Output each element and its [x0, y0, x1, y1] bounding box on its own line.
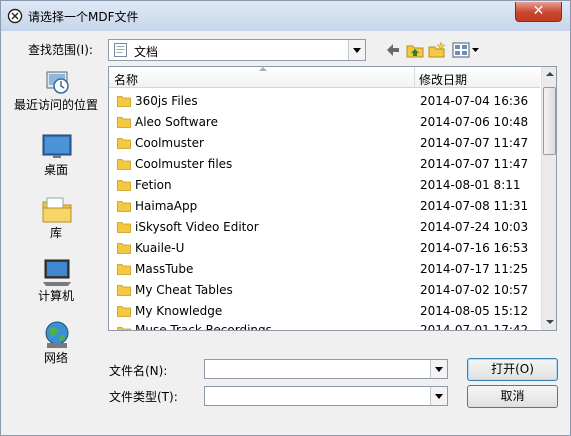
file-modified-date: 2014-07-08 11:31	[420, 199, 529, 213]
list-item[interactable]: Coolmuster files 2014-07-07 11:47	[109, 154, 540, 175]
look-in-dropdown[interactable]: 文档	[108, 39, 366, 61]
folder-icon	[117, 264, 131, 275]
view-menu-icon[interactable]	[452, 41, 480, 59]
filename-combo[interactable]	[204, 359, 448, 379]
file-name: Kuaile-U	[135, 241, 185, 255]
file-name: Fetion	[135, 178, 172, 192]
open-button[interactable]: 打开(O)	[467, 358, 558, 381]
list-item[interactable]: Aleo Software 2014-07-06 10:48	[109, 112, 540, 133]
filename-input[interactable]	[207, 361, 427, 377]
column-divider[interactable]	[414, 67, 415, 88]
file-name: My Knowledge	[135, 304, 223, 318]
new-folder-icon[interactable]	[428, 41, 446, 59]
app-icon	[7, 8, 23, 24]
list-item[interactable]: My Cheat Tables 2014-07-02 10:57	[109, 280, 540, 301]
file-name: Coolmuster	[135, 136, 204, 150]
scroll-up-icon[interactable]	[542, 67, 556, 83]
file-name: iSkysoft Video Editor	[135, 220, 259, 234]
window-title: 请选择一个MDF文件	[28, 10, 139, 24]
list-item[interactable]: iSkysoft Video Editor 2014-07-24 10:03	[109, 217, 540, 238]
folder-icon	[117, 201, 131, 212]
file-modified-date: 2014-07-07 11:47	[420, 136, 529, 150]
sort-indicator-icon	[259, 67, 267, 71]
scroll-down-icon[interactable]	[542, 314, 556, 330]
file-name: HaimaApp	[135, 199, 198, 213]
file-rows: 360js Files 2014-07-04 16:36 Aleo Software…	[109, 91, 540, 331]
list-item[interactable]: HaimaApp 2014-07-08 11:31	[109, 196, 540, 217]
folder-icon	[117, 243, 131, 254]
filename-label: 文件名(N):	[109, 364, 168, 378]
list-header: 名称 修改日期	[109, 67, 540, 88]
column-header-date[interactable]: 修改日期	[419, 71, 467, 88]
list-item[interactable]: Muse Track Recordings 2014-07-01 17:42	[109, 322, 540, 331]
vertical-scrollbar[interactable]	[541, 67, 556, 330]
list-item[interactable]: 360js Files 2014-07-04 16:36	[109, 91, 540, 112]
file-name: 360js Files	[135, 94, 198, 108]
folder-icon	[117, 327, 131, 330]
folder-icon	[117, 96, 131, 107]
place-label: 桌面	[43, 163, 68, 177]
cancel-button[interactable]: 取消	[467, 385, 558, 408]
file-name: My Cheat Tables	[135, 283, 233, 297]
folder-icon	[117, 306, 131, 317]
folder-icon	[117, 117, 131, 128]
file-modified-date: 2014-07-04 16:36	[420, 94, 529, 108]
place-network[interactable]: 网络	[11, 319, 101, 365]
file-modified-date: 2014-07-06 10:48	[420, 115, 529, 129]
file-name: MassTube	[135, 262, 194, 276]
recent-places-icon	[46, 71, 69, 94]
network-icon	[45, 321, 69, 348]
place-label: 计算机	[37, 289, 74, 303]
file-modified-date: 2014-07-01 17:42	[420, 323, 529, 331]
place-computer[interactable]: 计算机	[11, 257, 101, 303]
chevron-down-icon[interactable]	[430, 387, 447, 405]
close-button[interactable]: ✕	[515, 2, 562, 22]
column-header-name[interactable]: 名称	[114, 71, 138, 88]
back-arrow-icon[interactable]	[384, 41, 402, 59]
place-label: 最近访问的位置	[13, 98, 98, 112]
scroll-thumb[interactable]	[543, 87, 556, 155]
filetype-label: 文件类型(T):	[109, 390, 178, 404]
place-label: 网络	[43, 351, 68, 365]
file-list[interactable]: 名称 修改日期 360js Files 2014-07-04 16:36 Aleo …	[108, 66, 557, 331]
file-modified-date: 2014-07-17 11:25	[420, 262, 529, 276]
file-modified-date: 2014-08-05 15:12	[420, 304, 529, 318]
filetype-dropdown[interactable]	[204, 386, 448, 406]
look-in-label: 查找范围(I):	[28, 43, 93, 57]
look-in-value: 文档	[134, 45, 159, 59]
chevron-down-icon[interactable]	[430, 360, 447, 378]
computer-icon	[43, 259, 71, 286]
place-label: 库	[49, 226, 62, 240]
documents-folder-icon	[114, 43, 127, 57]
desktop-icon	[42, 134, 72, 158]
place-recent[interactable]: 最近访问的位置	[11, 66, 101, 126]
place-desktop[interactable]: 桌面	[11, 131, 101, 177]
place-libraries[interactable]: 库	[11, 194, 101, 240]
file-name: Coolmuster files	[135, 157, 233, 171]
folder-icon	[117, 159, 131, 170]
chevron-down-icon[interactable]	[348, 40, 365, 60]
title-bar[interactable]: 请选择一个MDF文件 ✕	[1, 1, 570, 31]
file-name: Muse Track Recordings	[135, 323, 272, 331]
list-item[interactable]: Coolmuster 2014-07-07 11:47	[109, 133, 540, 154]
list-item[interactable]: Fetion 2014-08-01 8:11	[109, 175, 540, 196]
libraries-icon	[42, 197, 72, 223]
file-modified-date: 2014-07-24 10:03	[420, 220, 529, 234]
list-item[interactable]: My Knowledge 2014-08-05 15:12	[109, 301, 540, 322]
file-modified-date: 2014-07-02 10:57	[420, 283, 529, 297]
places-bar: 最近访问的位置 桌面 库 计算机 网络	[11, 66, 101, 394]
folder-icon	[117, 180, 131, 191]
up-folder-icon[interactable]	[406, 41, 424, 59]
folder-icon	[117, 285, 131, 296]
folder-icon	[117, 222, 131, 233]
file-modified-date: 2014-07-07 11:47	[420, 157, 529, 171]
list-item[interactable]: Kuaile-U 2014-07-16 16:53	[109, 238, 540, 259]
open-file-dialog: 请选择一个MDF文件 ✕ 查找范围(I): 文档 最近访问的位置 桌面 库 计算…	[0, 0, 571, 436]
list-item[interactable]: MassTube 2014-07-17 11:25	[109, 259, 540, 280]
file-name: Aleo Software	[135, 115, 218, 129]
file-modified-date: 2014-07-16 16:53	[420, 241, 529, 255]
folder-icon	[117, 138, 131, 149]
file-modified-date: 2014-08-01 8:11	[420, 178, 521, 192]
